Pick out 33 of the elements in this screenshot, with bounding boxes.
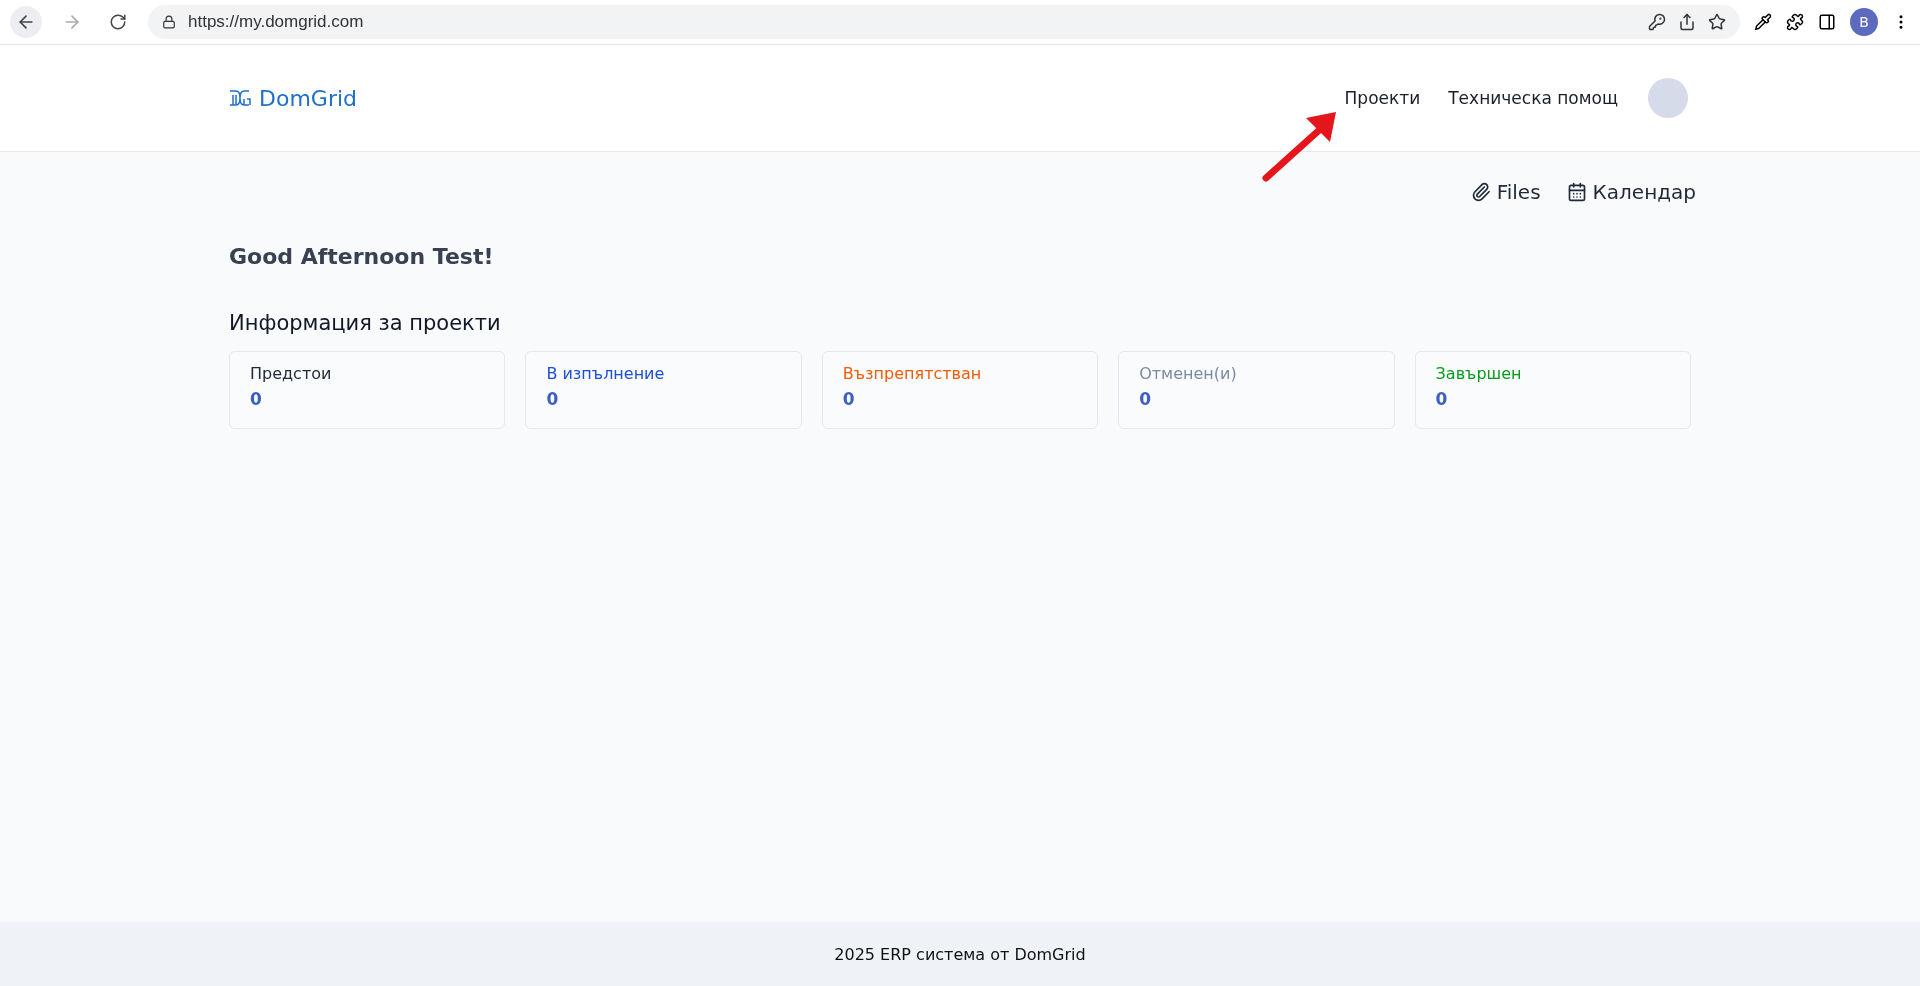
calendar-icon bbox=[1566, 182, 1587, 202]
logo-text: DomGrid bbox=[259, 85, 357, 111]
footer-text: 2025 ERP система от DomGrid bbox=[0, 922, 1920, 986]
status-count: 0 bbox=[546, 389, 560, 409]
logo[interactable]: DomGrid bbox=[229, 85, 357, 111]
profile-button[interactable]: B bbox=[1850, 8, 1878, 36]
paperclip-icon bbox=[1470, 182, 1491, 202]
extensions-icon[interactable] bbox=[1786, 13, 1804, 31]
toolbar-link[interactable]: Files bbox=[1470, 180, 1541, 204]
status-label: Завършен bbox=[1435, 364, 1523, 383]
nav-link[interactable]: Техническа помощ bbox=[1448, 88, 1618, 108]
toolbar-link[interactable]: Календар bbox=[1566, 180, 1696, 204]
status-label: Отменен(и) bbox=[1139, 364, 1238, 383]
lock-icon bbox=[162, 15, 176, 29]
nav-link[interactable]: Проекти bbox=[1344, 88, 1421, 108]
status-count: 0 bbox=[1139, 389, 1153, 409]
status-count: 0 bbox=[842, 389, 856, 409]
status-label: В изпълнение bbox=[546, 364, 666, 383]
share-icon[interactable] bbox=[1678, 13, 1696, 31]
status-label: Предстои bbox=[250, 364, 333, 383]
reload-icon bbox=[109, 13, 127, 31]
status-label: Възпрепятстван bbox=[842, 364, 983, 383]
side-panel-icon[interactable] bbox=[1818, 13, 1836, 31]
status-count: 0 bbox=[250, 389, 263, 409]
address-bar[interactable]: https://my.domgrid.com bbox=[148, 5, 1740, 39]
eyedropper-icon[interactable] bbox=[1754, 13, 1772, 31]
key-icon[interactable] bbox=[1648, 13, 1666, 31]
back-button[interactable] bbox=[10, 6, 42, 38]
grid-logo-icon bbox=[229, 89, 251, 107]
greeting: Good Afternoon Test! bbox=[229, 244, 495, 269]
status-count: 0 bbox=[1435, 389, 1449, 409]
section-title: Информация за проекти bbox=[229, 311, 502, 335]
star-icon[interactable] bbox=[1708, 13, 1726, 31]
